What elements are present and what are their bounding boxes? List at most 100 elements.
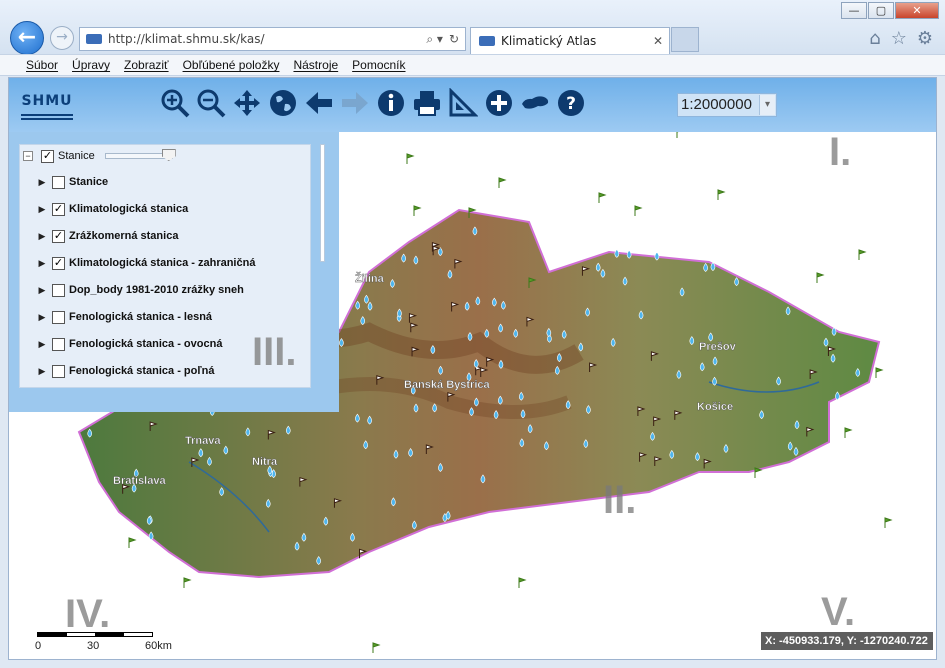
foreign-station-icon [406,153,415,164]
layer-row[interactable]: ▶ Fenologická stanica - ovocná [36,333,222,355]
foreign-station-icon [183,577,192,588]
collapse-icon[interactable]: − [23,151,33,161]
precipitation-station-icon [626,249,632,259]
region-label-iv: IV. [65,592,111,636]
globe-icon[interactable] [267,87,299,119]
new-tab-button[interactable] [671,27,699,52]
layer-row[interactable]: ▶ Fenologická stanica - lesná [36,306,212,328]
precipitation-station-icon [614,248,620,258]
layer-panel-scrollbar[interactable] [320,144,325,262]
minimize-button[interactable]: — [841,2,867,19]
foreign-station-icon [372,642,381,653]
layer-checkbox[interactable] [52,283,65,297]
region-label-ii: II. [603,478,637,522]
layer-row[interactable]: ▶ Fenologická stanica - poľná [36,360,214,382]
layer-row-root[interactable]: − ✓ Stanice [20,145,176,167]
expand-icon[interactable]: ▶ [36,258,48,269]
layer-label: Fenologická stanica - lesná [69,311,213,323]
svg-text:?: ? [566,94,576,114]
info-icon[interactable] [375,87,407,119]
zoom-in-icon[interactable] [159,87,191,119]
chevron-down-icon[interactable]: ▾ [759,95,775,115]
pan-icon[interactable] [231,87,263,119]
menu-upravy[interactable]: Úpravy [72,58,110,72]
measure-icon[interactable] [447,87,479,119]
search-icon[interactable]: ⌕ ▾ [426,32,443,47]
layer-row[interactable]: ▶ ✓ Klimatologická stanica [36,198,188,220]
layer-row[interactable]: ▶ ✓ Klimatologická stanica - zahraničná [36,252,255,274]
menu-subor[interactable]: Súbor [26,58,58,72]
foreign-station-icon [858,249,867,260]
city-trnava: Trnava [185,435,221,447]
maximize-button[interactable]: ▢ [868,2,894,19]
shmu-logo: SHMU [17,86,77,124]
expand-icon[interactable]: ▶ [36,204,48,215]
tab-title: Klimatický Atlas [501,34,597,48]
layer-row[interactable]: ▶ Stanice [36,171,108,193]
forward-button[interactable]: → [50,26,74,50]
layer-checkbox[interactable]: ✓ [52,229,65,243]
layer-label: Klimatologická stanica - zahraničná [69,257,256,269]
print-icon[interactable] [411,87,443,119]
expand-icon[interactable]: ▶ [36,285,48,296]
close-button[interactable]: ✕ [895,2,939,19]
back-arrow-icon[interactable] [303,87,335,119]
foreign-station-icon [816,272,825,283]
layer-checkbox[interactable]: ✓ [41,149,54,163]
layer-checkbox[interactable]: ✓ [52,256,65,270]
tab-klimaticky-atlas[interactable]: Klimatický Atlas ✕ [470,27,670,54]
layer-label: Fenologická stanica - ovocná [69,338,223,350]
map-toolbar: SHMU ? 1:2000000 ▾ [9,78,936,132]
layer-checkbox[interactable] [52,364,65,378]
scale-select[interactable]: 1:2000000 ▾ [677,93,777,117]
refresh-icon[interactable]: ↻ [449,32,459,46]
expand-icon[interactable]: ▶ [36,366,48,377]
layer-label: Klimatologická stanica [69,203,189,215]
browser-chrome: — ▢ ✕ ← → http://klimat.shmu.sk/kas/ ⌕ ▾… [0,0,945,55]
expand-icon[interactable]: ▶ [36,312,48,323]
expand-icon[interactable]: ▶ [36,177,48,188]
region-label-v: V. [821,590,856,634]
layer-checkbox[interactable] [52,175,65,189]
help-icon[interactable]: ? [555,87,587,119]
zoom-out-icon[interactable] [195,87,227,119]
layer-checkbox[interactable] [52,310,65,324]
menu-pomocnik[interactable]: Pomocník [352,58,405,72]
layer-row[interactable]: ▶ ✓ Zrážkomerná stanica [36,225,178,247]
tab-close-icon[interactable]: ✕ [653,34,663,48]
address-bar[interactable]: http://klimat.shmu.sk/kas/ ⌕ ▾ ↻ [79,27,466,51]
slider-handle[interactable] [161,149,176,161]
home-icon[interactable]: ⌂ [869,28,880,49]
scale-value: 1:2000000 [681,96,752,113]
menu-zobrazit[interactable]: Zobraziť [124,58,169,72]
precipitation-station-icon [654,251,660,261]
region-select-icon[interactable] [519,87,551,119]
star-icon[interactable]: ☆ [891,28,907,49]
city-kosice: Košice [697,401,733,413]
region-label-i: I. [829,130,852,174]
layer-row[interactable]: ▶ Dop_body 1981-2010 zrážky sneh [36,279,244,301]
menu-bar: Súbor Úpravy Zobraziť Obľúbené položky N… [0,54,945,76]
layer-checkbox[interactable] [52,337,65,351]
logo-text: SHMU [21,93,73,109]
layer-checkbox[interactable]: ✓ [52,202,65,216]
back-button[interactable]: ← [10,21,44,55]
expand-icon[interactable]: ▶ [36,339,48,350]
opacity-slider[interactable] [104,149,176,161]
add-icon[interactable] [483,87,515,119]
layer-label: Dop_body 1981-2010 zrážky sneh [69,284,244,296]
scalebar-bar [37,632,153,637]
layer-label: Stanice [58,150,95,162]
menu-nastroje[interactable]: Nástroje [293,58,338,72]
city-bratislava: Bratislava [113,475,166,487]
menu-oblubene-polozky[interactable]: Obľúbené položky [183,58,280,72]
foreign-station-icon [128,537,137,548]
city-nitra: Nitra [252,456,278,468]
foreign-station-icon [676,132,679,138]
foreign-station-icon [884,517,893,528]
city-banska-bystrica: Banská Bystrica [404,379,490,391]
expand-icon[interactable]: ▶ [36,231,48,242]
scalebar-label-0: 0 [35,640,42,652]
gear-icon[interactable]: ⚙ [917,28,933,49]
forward-arrow-icon[interactable] [339,87,371,119]
